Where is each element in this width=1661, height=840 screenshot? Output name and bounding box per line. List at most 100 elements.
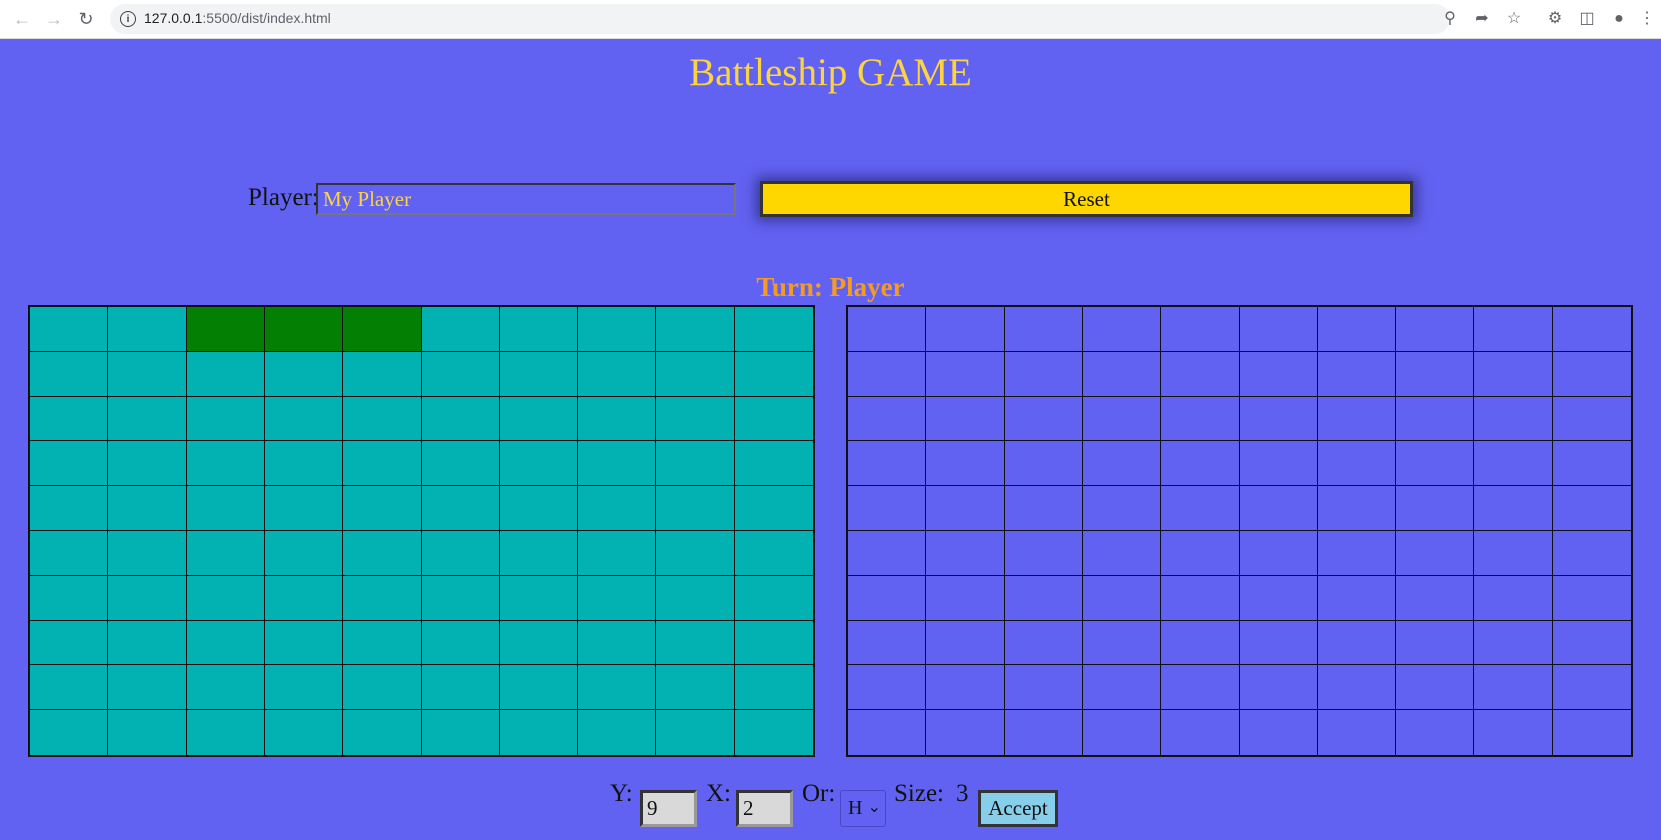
- player-board-cell[interactable]: [422, 710, 500, 755]
- player-board-cell[interactable]: [656, 710, 735, 755]
- zoom-icon[interactable]: ⚲: [1438, 7, 1462, 31]
- enemy-board-cell[interactable]: [926, 441, 1005, 487]
- player-board-cell[interactable]: [578, 441, 657, 487]
- player-board-cell[interactable]: [734, 531, 813, 576]
- player-board-cell[interactable]: [734, 576, 813, 621]
- enemy-board-cell[interactable]: [1552, 397, 1631, 442]
- enemy-board-cell[interactable]: [1240, 710, 1318, 755]
- player-board-cell[interactable]: [30, 351, 109, 397]
- player-board-cell[interactable]: [30, 307, 109, 352]
- player-board-cell[interactable]: [656, 620, 735, 666]
- player-board-cell[interactable]: [108, 575, 187, 621]
- enemy-board-cell[interactable]: [848, 307, 927, 352]
- player-board-cell[interactable]: [421, 620, 500, 666]
- enemy-board-cell[interactable]: [1396, 441, 1475, 487]
- player-board-cell[interactable]: [578, 351, 657, 397]
- enemy-board-cell[interactable]: [1005, 710, 1083, 755]
- player-board-cell[interactable]: [734, 441, 813, 487]
- enemy-board-cell[interactable]: [926, 575, 1005, 621]
- enemy-board-cell[interactable]: [1004, 396, 1083, 442]
- enemy-board-cell[interactable]: [1161, 441, 1240, 487]
- player-board-cell[interactable]: [499, 307, 579, 352]
- enemy-board-cell[interactable]: [1474, 351, 1553, 397]
- player-board-cell[interactable]: [187, 710, 265, 755]
- player-board-cell[interactable]: [500, 710, 579, 755]
- player-board-cell[interactable]: [343, 620, 422, 666]
- reload-icon[interactable]: ↻: [74, 7, 98, 31]
- enemy-board-cell[interactable]: [1004, 665, 1083, 711]
- enemy-board-cell[interactable]: [1317, 530, 1397, 576]
- enemy-board-cell[interactable]: [1396, 486, 1475, 531]
- bookmark-star-icon[interactable]: ☆: [1502, 7, 1526, 31]
- player-board-cell[interactable]: [264, 575, 344, 621]
- enemy-board-cell[interactable]: [1082, 351, 1162, 397]
- x-coordinate-input[interactable]: [736, 790, 793, 827]
- player-board-cell[interactable]: [656, 665, 735, 711]
- player-board-cell[interactable]: [264, 665, 344, 711]
- player-board-cell[interactable]: [499, 351, 579, 397]
- profile-icon[interactable]: ●: [1607, 7, 1631, 31]
- enemy-board-cell[interactable]: [848, 575, 927, 621]
- player-board-cell[interactable]: [30, 575, 109, 621]
- enemy-board-cell[interactable]: [1317, 575, 1397, 621]
- player-board-cell[interactable]: [343, 441, 422, 487]
- reset-button[interactable]: Reset: [760, 181, 1413, 217]
- side-panel-icon[interactable]: ◫: [1575, 7, 1599, 31]
- enemy-board-cell[interactable]: [848, 710, 927, 755]
- player-board-cell[interactable]: [343, 307, 422, 352]
- enemy-board-cell[interactable]: [848, 396, 927, 442]
- player-board-cell[interactable]: [30, 441, 109, 487]
- enemy-board-cell[interactable]: [1004, 620, 1083, 666]
- player-board-cell[interactable]: [421, 351, 500, 397]
- enemy-board-cell[interactable]: [926, 665, 1005, 711]
- player-board-cell[interactable]: [656, 530, 735, 576]
- enemy-board-cell[interactable]: [1161, 307, 1240, 352]
- enemy-board-cell[interactable]: [1239, 575, 1318, 621]
- player-board-cell[interactable]: [734, 352, 813, 397]
- enemy-board-cell[interactable]: [1239, 486, 1318, 531]
- site-info-icon[interactable]: i: [120, 11, 136, 27]
- player-board-cell[interactable]: [578, 710, 657, 755]
- enemy-board-cell[interactable]: [1083, 710, 1162, 755]
- enemy-board-cell[interactable]: [1161, 665, 1240, 711]
- enemy-board-cell[interactable]: [1474, 441, 1553, 487]
- player-board-cell[interactable]: [343, 396, 422, 442]
- share-icon[interactable]: ➦: [1470, 7, 1494, 31]
- player-board-cell[interactable]: [578, 620, 657, 666]
- player-board-cell[interactable]: [499, 620, 579, 666]
- address-bar[interactable]: i 127.0.0.1:5500/dist/index.html: [110, 4, 1450, 34]
- accept-button[interactable]: Accept: [978, 790, 1058, 827]
- player-board-cell[interactable]: [108, 710, 187, 755]
- player-name-input[interactable]: [316, 183, 736, 215]
- back-icon[interactable]: ←: [10, 7, 34, 31]
- player-board-cell[interactable]: [421, 396, 500, 442]
- player-board-cell[interactable]: [343, 665, 422, 711]
- player-board-cell[interactable]: [343, 486, 422, 531]
- player-board-cell[interactable]: [108, 665, 187, 711]
- enemy-board-cell[interactable]: [1552, 307, 1631, 352]
- enemy-board-cell[interactable]: [1317, 441, 1397, 487]
- enemy-board-cell[interactable]: [926, 396, 1005, 442]
- enemy-board-cell[interactable]: [926, 307, 1005, 352]
- player-board-cell[interactable]: [264, 351, 344, 397]
- enemy-board-cell[interactable]: [848, 486, 927, 531]
- enemy-board-cell[interactable]: [848, 530, 927, 576]
- enemy-board-cell[interactable]: [1317, 351, 1397, 397]
- enemy-board-cell[interactable]: [1082, 307, 1162, 352]
- player-board-cell[interactable]: [578, 486, 657, 531]
- player-board-cell[interactable]: [264, 307, 344, 352]
- player-board-cell[interactable]: [499, 665, 579, 711]
- player-board-cell[interactable]: [186, 575, 265, 621]
- enemy-board-cell[interactable]: [1239, 530, 1318, 576]
- player-board-cell[interactable]: [186, 530, 265, 576]
- enemy-board-cell[interactable]: [1318, 710, 1397, 755]
- enemy-board-cell[interactable]: [926, 486, 1005, 531]
- player-board-cell[interactable]: [734, 486, 813, 531]
- player-board-cell[interactable]: [656, 486, 735, 531]
- enemy-board-cell[interactable]: [1082, 396, 1162, 442]
- enemy-board-cell[interactable]: [1474, 710, 1553, 755]
- player-board-cell[interactable]: [656, 575, 735, 621]
- enemy-board-cell[interactable]: [1161, 396, 1240, 442]
- enemy-board-cell[interactable]: [1082, 665, 1162, 711]
- enemy-board-cell[interactable]: [1552, 621, 1631, 666]
